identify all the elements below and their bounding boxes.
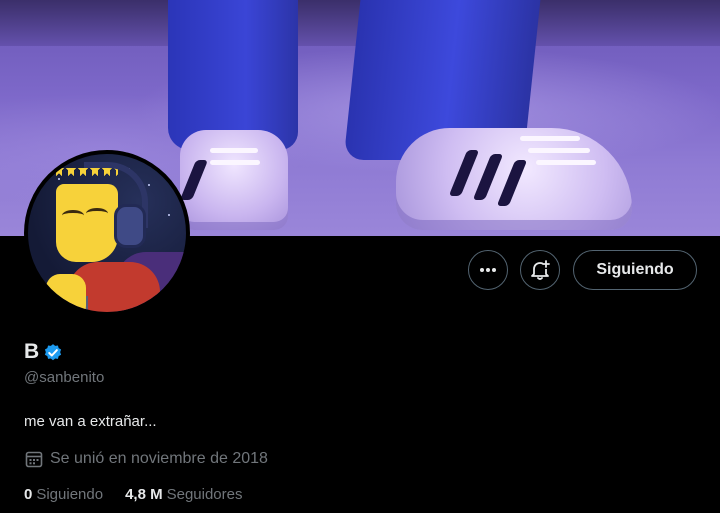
shoe-lace — [528, 148, 590, 153]
profile-stats: 0 Siguiendo 4,8 M Seguidores — [24, 486, 264, 503]
shoe-lace — [536, 160, 596, 165]
avatar-star — [168, 214, 170, 216]
shoe-lace — [210, 148, 258, 153]
followers-stat-link[interactable]: 4,8 M Seguidores — [125, 486, 242, 503]
shoe-stripe — [472, 154, 504, 200]
avatar-eye — [62, 210, 84, 221]
notifications-button[interactable] — [520, 250, 560, 290]
profile-name: B — [24, 340, 40, 363]
following-label: Siguiendo — [36, 486, 104, 503]
following-button[interactable]: Siguiendo — [573, 250, 697, 290]
shoe-lace — [520, 136, 580, 141]
avatar-headphone-cup — [114, 204, 146, 248]
followers-label: Seguidores — [166, 486, 243, 503]
shoe-lace — [210, 160, 260, 165]
profile-name-row: B — [24, 340, 63, 364]
followers-count: 4,8 M — [125, 486, 163, 503]
more-horizontal-icon — [480, 268, 496, 272]
joined-date-row: Se unió en noviembre de 2018 — [24, 449, 268, 469]
banner-shoe-left — [179, 130, 288, 230]
bell-plus-icon — [531, 260, 550, 280]
more-options-button[interactable] — [468, 250, 508, 290]
profile-bio: me van a extrañar... — [24, 413, 157, 430]
banner-pant-left — [168, 0, 298, 150]
shoe-stripe — [496, 160, 528, 206]
following-stat-link[interactable]: 0 Siguiendo — [24, 486, 103, 503]
profile-handle: @sanbenito — [24, 369, 105, 386]
avatar-star — [148, 184, 150, 186]
joined-date-text: Se unió en noviembre de 2018 — [50, 450, 268, 467]
calendar-icon — [25, 451, 43, 468]
following-count: 0 — [24, 486, 33, 503]
verified-badge-icon — [45, 344, 62, 361]
shoe-stripe — [179, 160, 209, 200]
avatar-arm — [46, 274, 86, 312]
shoe-stripe — [448, 150, 480, 196]
banner-shoe-right — [396, 128, 632, 230]
profile-avatar[interactable] — [24, 150, 190, 316]
